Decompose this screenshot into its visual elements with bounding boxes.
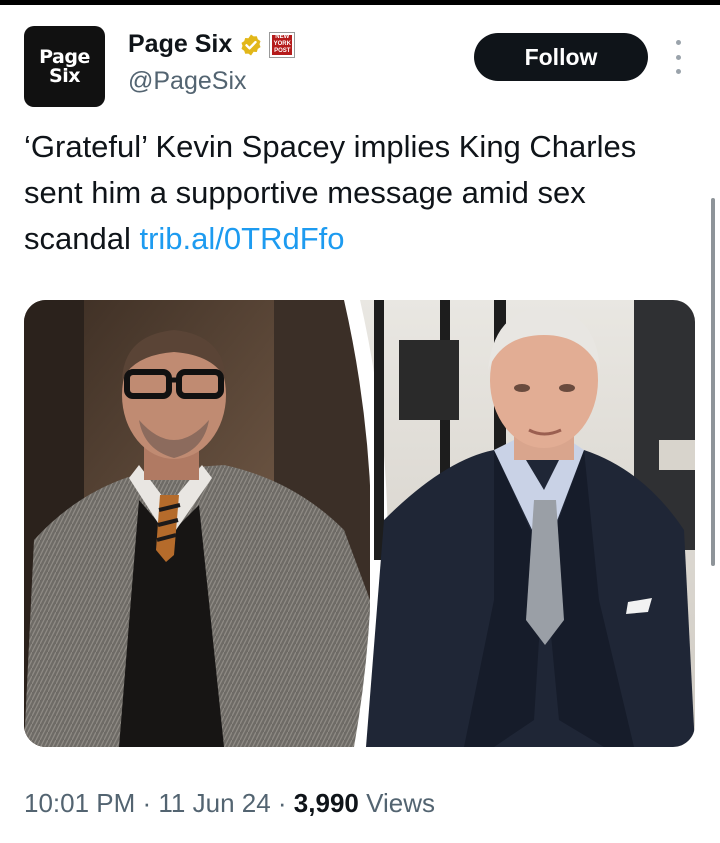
scrollbar[interactable]	[711, 198, 715, 566]
follow-button[interactable]: Follow	[474, 33, 648, 81]
verified-badge-icon	[241, 34, 261, 55]
tweet-time[interactable]: 10:01 PM	[24, 788, 135, 818]
account-name-row: Page Six NEW YORK POST	[128, 30, 296, 59]
media-image	[24, 300, 695, 747]
views-label: Views	[358, 788, 435, 818]
avatar-text-line1: Page	[39, 45, 90, 68]
affiliate-badge-icon[interactable]: NEW YORK POST	[269, 31, 296, 58]
tweet-media[interactable]	[24, 300, 695, 747]
meta-separator: ·	[135, 788, 159, 818]
meta-separator: ·	[270, 788, 294, 818]
more-options-icon[interactable]	[668, 40, 688, 74]
more-dot	[675, 54, 681, 60]
more-dot	[675, 69, 681, 74]
affiliate-badge-text: NEW YORK POST	[273, 34, 291, 54]
tweet-date[interactable]: 11 Jun 24	[158, 788, 270, 818]
views-count: 3,990	[293, 788, 359, 818]
tweet-metadata: 10:01 PM · 11 Jun 24 · 3,990 Views	[24, 788, 435, 819]
tweet-text: ‘Grateful’ Kevin Spacey implies King Cha…	[24, 124, 694, 262]
top-edge-bar	[0, 0, 720, 5]
left-photo	[24, 300, 370, 747]
right-photo	[360, 300, 695, 747]
tweet-link[interactable]: trib.al/0TRdFfo	[139, 221, 344, 256]
more-dot	[675, 40, 681, 45]
account-name[interactable]: Page Six	[128, 30, 232, 59]
account-handle[interactable]: @PageSix	[128, 67, 247, 96]
avatar-text-line2: Six	[49, 64, 80, 87]
avatar[interactable]: Page Six	[24, 26, 105, 107]
